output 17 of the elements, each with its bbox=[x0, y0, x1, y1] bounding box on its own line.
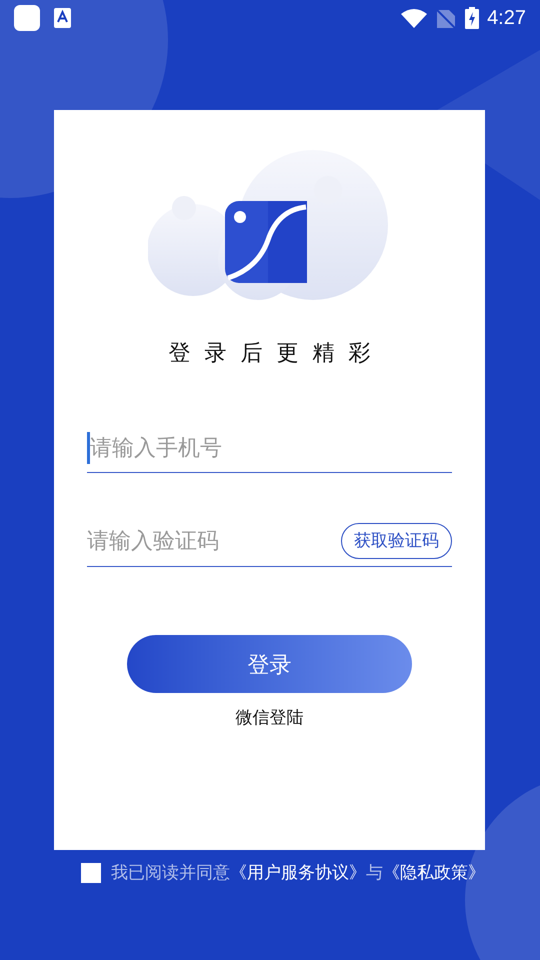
title: 登录后更精彩 bbox=[168, 339, 384, 367]
agreement-checkbox[interactable] bbox=[81, 862, 101, 883]
wechat-login-link[interactable]: 微信登陆 bbox=[236, 705, 304, 730]
code-field[interactable]: 请输入验证码 bbox=[87, 524, 341, 557]
wifi-icon bbox=[401, 8, 428, 28]
no-sim-icon bbox=[437, 8, 456, 28]
battery-icon bbox=[465, 7, 480, 29]
agreement-text: 我已阅读并同意 bbox=[111, 862, 230, 884]
login-button[interactable]: 登录 bbox=[127, 635, 412, 693]
agreement-link[interactable]: 《用户服务协议》 bbox=[230, 860, 366, 886]
get-code-button[interactable]: 获取验证码 bbox=[341, 522, 452, 558]
phone-field[interactable]: 请输入手机号 bbox=[90, 431, 452, 464]
keyboard-icon bbox=[54, 8, 71, 28]
agreement-text: 与 bbox=[366, 862, 383, 884]
status-time: 4:27 bbox=[487, 6, 526, 31]
agreement-link[interactable]: 《隐私政策》 bbox=[383, 860, 485, 886]
app-icon bbox=[14, 5, 40, 31]
